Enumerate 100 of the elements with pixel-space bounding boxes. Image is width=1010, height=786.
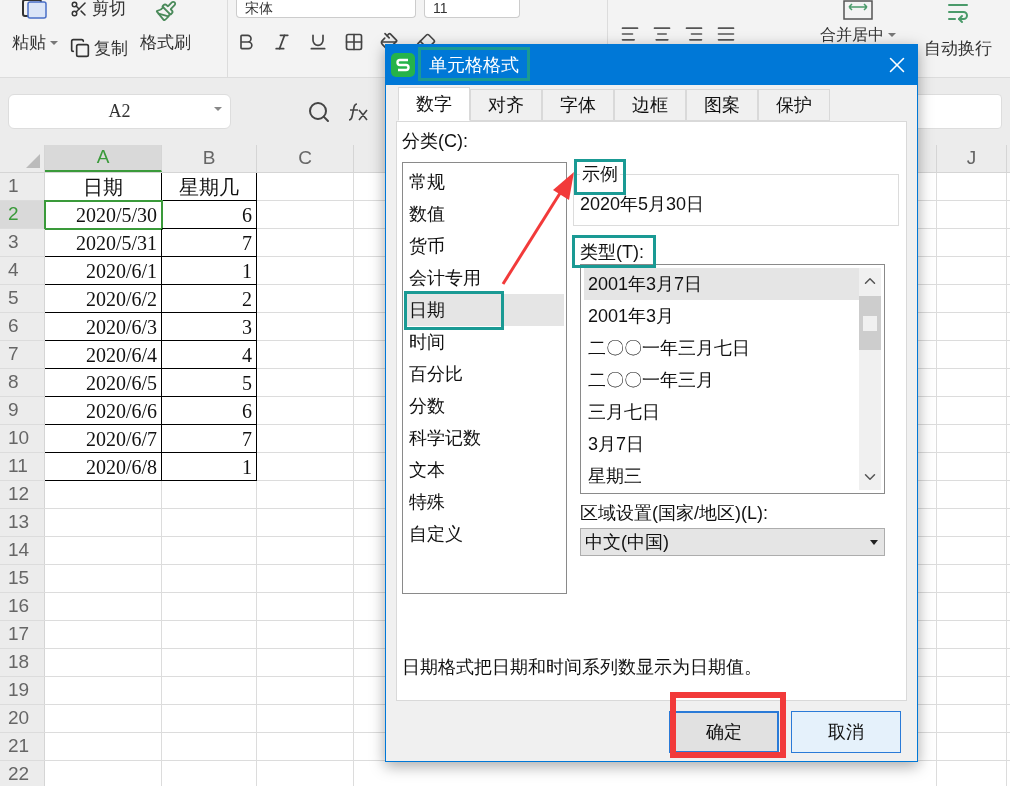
align-justify-icon[interactable]: [716, 24, 736, 44]
ok-button[interactable]: 确定: [669, 711, 779, 753]
row-header[interactable]: 9: [0, 397, 45, 424]
category-item[interactable]: 科学记数: [405, 422, 483, 454]
format-description: 日期格式把日期和时间系列数显示为日期值。: [402, 656, 763, 678]
row-header[interactable]: 4: [0, 257, 45, 284]
merge-center-button[interactable]: 合并居中: [820, 23, 896, 47]
underline-icon[interactable]: [308, 32, 328, 52]
sample-value: 2020年5月30日: [580, 193, 706, 216]
type-item[interactable]: 2001年3月: [584, 300, 859, 332]
category-item[interactable]: 时间: [405, 326, 447, 358]
wrap-text-button[interactable]: 自动换行: [924, 36, 992, 62]
name-box[interactable]: A2: [8, 94, 231, 129]
function-icon[interactable]: [347, 101, 371, 122]
row-header[interactable]: 19: [0, 677, 45, 704]
row-header[interactable]: 10: [0, 425, 45, 452]
category-item[interactable]: 常规: [405, 166, 447, 198]
caret-icon[interactable]: [50, 40, 58, 45]
column-header[interactable]: J: [937, 145, 1007, 172]
table-cell: 2020/6/4: [45, 341, 162, 369]
copy-button[interactable]: 复制: [94, 35, 128, 61]
font-size-select[interactable]: 11: [424, 0, 520, 18]
column-header[interactable]: B: [162, 145, 257, 172]
search-icon[interactable]: [307, 99, 331, 124]
font-select[interactable]: 宋体: [236, 0, 416, 18]
format-painter-button[interactable]: 格式刷: [140, 30, 191, 56]
row-header[interactable]: 6: [0, 313, 45, 340]
column-header[interactable]: C: [257, 145, 354, 172]
table-cell: 2020/6/8: [45, 453, 162, 481]
row-header[interactable]: 17: [0, 621, 45, 648]
tab[interactable]: 对齐: [470, 89, 542, 121]
paste-icon[interactable]: [22, 0, 48, 20]
tab[interactable]: 边框: [614, 89, 686, 121]
cancel-button[interactable]: 取消: [791, 711, 901, 753]
copy-icon[interactable]: [70, 38, 90, 59]
row-header[interactable]: 3: [0, 229, 45, 256]
row-header[interactable]: 7: [0, 341, 45, 368]
category-item[interactable]: 分数: [405, 390, 447, 422]
row-header[interactable]: 1: [0, 173, 45, 200]
cut-button[interactable]: 剪切: [92, 0, 126, 22]
table-cell: 4: [162, 341, 257, 369]
category-list[interactable]: 常规 数值 货币 会计专用 日期 时间 百分比 分数 科学记数 文本 特殊 自定义: [402, 162, 567, 594]
category-label: 分类(C):: [402, 130, 469, 152]
row-header[interactable]: 20: [0, 705, 45, 732]
merge-icon[interactable]: [843, 0, 873, 20]
type-list[interactable]: 2001年3月7日 2001年3月 二〇〇一年三月七日 二〇〇一年三月 三月七日 3月7日 星期三: [580, 264, 885, 494]
table-cell: 2020/6/7: [45, 425, 162, 453]
type-item[interactable]: 二〇〇一年三月七日: [584, 332, 859, 364]
tab[interactable]: 图案: [686, 89, 758, 121]
row-header[interactable]: 8: [0, 369, 45, 396]
table-cell: 1: [162, 257, 257, 285]
category-item[interactable]: 日期: [405, 294, 564, 326]
category-item[interactable]: 货币: [405, 230, 447, 262]
row-header[interactable]: 16: [0, 593, 45, 620]
caret-icon[interactable]: [888, 33, 896, 37]
table-cell: 2020/6/2: [45, 285, 162, 313]
paste-button[interactable]: 粘贴: [12, 30, 58, 56]
row-header[interactable]: 5: [0, 285, 45, 312]
table-cell: 2020/5/30: [45, 201, 162, 229]
category-item[interactable]: 自定义: [405, 518, 465, 550]
row-header[interactable]: 11: [0, 453, 45, 480]
category-item[interactable]: 数值: [405, 198, 447, 230]
row-header[interactable]: 22: [0, 761, 45, 786]
cut-icon[interactable]: [70, 0, 88, 18]
align-right-icon[interactable]: [684, 24, 704, 44]
row-header[interactable]: 18: [0, 649, 45, 676]
row-header[interactable]: 12: [0, 481, 45, 508]
category-item[interactable]: 百分比: [405, 358, 465, 390]
locale-select[interactable]: 中文(中国): [580, 528, 885, 556]
app-logo-icon: [391, 53, 415, 77]
row-header[interactable]: 21: [0, 733, 45, 760]
align-left-icon[interactable]: [620, 24, 640, 44]
table-cell: 星期几: [162, 173, 257, 201]
category-item[interactable]: 特殊: [405, 486, 447, 518]
align-center-icon[interactable]: [652, 24, 672, 44]
sample-label: 示例: [581, 164, 619, 184]
italic-icon[interactable]: [272, 32, 292, 52]
type-item[interactable]: 二〇〇一年三月: [584, 364, 859, 396]
scroll-thumb[interactable]: [859, 296, 881, 350]
border-icon[interactable]: [344, 32, 364, 52]
type-item[interactable]: 三月七日: [584, 396, 859, 428]
row-header[interactable]: 13: [0, 509, 45, 536]
tab[interactable]: 保护: [758, 89, 830, 121]
table-cell: 5: [162, 369, 257, 397]
table-cell: 日期: [45, 173, 162, 201]
type-item[interactable]: 2001年3月7日: [584, 268, 859, 300]
category-item[interactable]: 文本: [405, 454, 447, 486]
table-cell: 2020/6/6: [45, 397, 162, 425]
highlight-box: [574, 159, 626, 195]
type-label: 类型(T):: [580, 242, 644, 262]
row-header[interactable]: 15: [0, 565, 45, 592]
format-painter-icon[interactable]: [154, 0, 177, 22]
row-header[interactable]: 14: [0, 537, 45, 564]
scrollbar[interactable]: [859, 268, 881, 490]
category-item[interactable]: 会计专用: [405, 262, 483, 294]
tab[interactable]: 字体: [542, 89, 614, 121]
table-cell: 2020/5/31: [45, 229, 162, 257]
tab[interactable]: 数字: [398, 87, 470, 121]
type-item[interactable]: 星期三: [584, 460, 859, 492]
type-item[interactable]: 3月7日: [584, 428, 859, 460]
